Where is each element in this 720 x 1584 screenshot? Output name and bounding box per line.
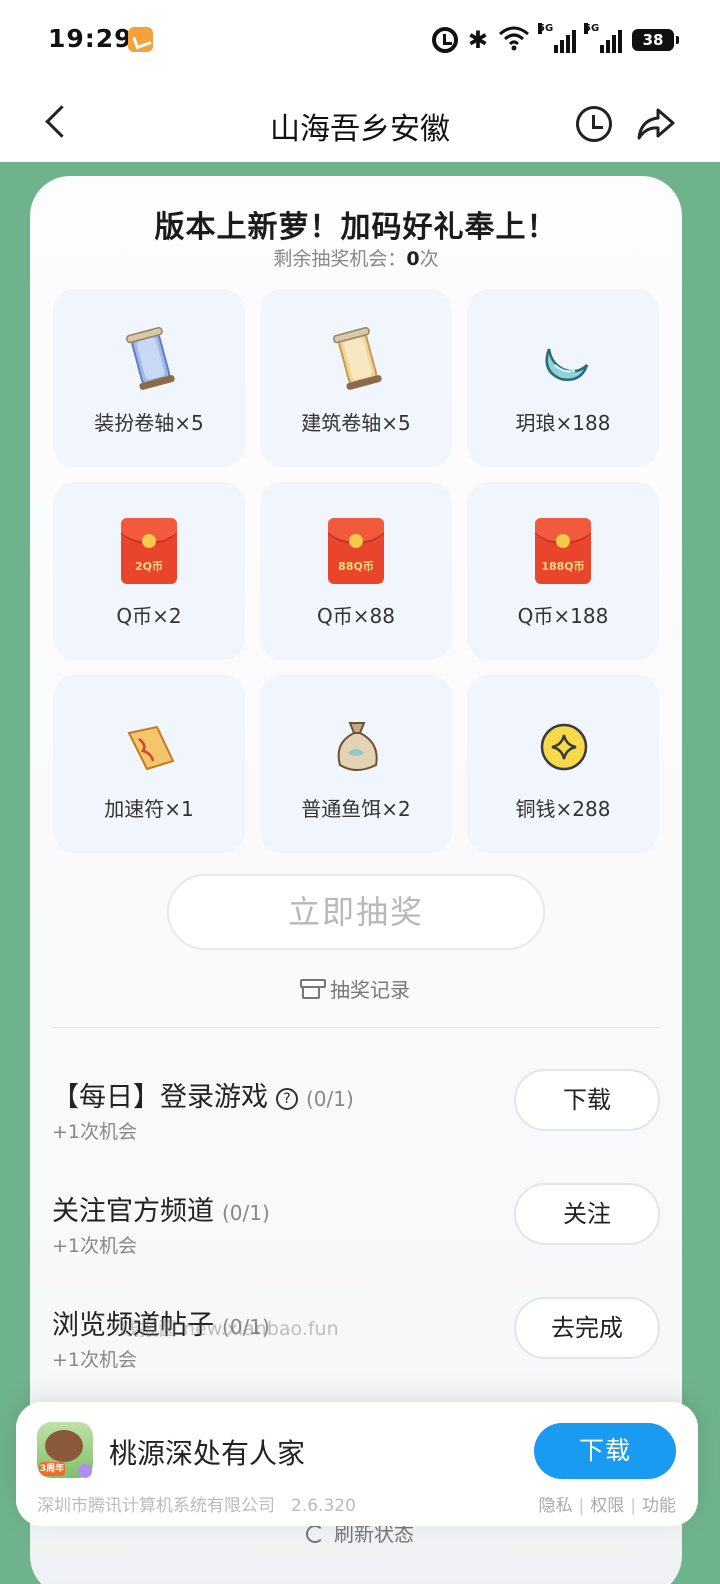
task-progress: (0/1) bbox=[306, 1087, 354, 1111]
prize-item: 188Q币 Q币×188 bbox=[467, 482, 659, 660]
blue-scroll-icon bbox=[123, 326, 177, 393]
features-link[interactable]: 功能 bbox=[642, 1496, 676, 1516]
top-nav: 山海吾乡安徽 bbox=[0, 82, 720, 162]
task-row: 【每日】登录游戏? (0/1) +1次机会 下载 bbox=[52, 1069, 660, 1159]
prize-label: 建筑卷轴×5 bbox=[301, 411, 411, 435]
badge-icon bbox=[78, 1464, 92, 1478]
red-packet-icon: 88Q币 bbox=[328, 518, 384, 584]
prize-label: 玥琅×188 bbox=[515, 411, 611, 435]
app-download-banner: 3周年 桃源深处有人家 下载 深圳市腾讯计算机系统有限公司 2.6.320 隐私 |… bbox=[16, 1402, 698, 1526]
developer-info: 深圳市腾讯计算机系统有限公司 2.6.320 bbox=[37, 1491, 356, 1516]
signal-icon-2: 5G bbox=[584, 23, 622, 53]
moon-gem-icon bbox=[537, 327, 591, 393]
coin-icon bbox=[537, 713, 591, 779]
app-version: 2.6.320 bbox=[291, 1496, 356, 1516]
prize-label: 加速符×1 bbox=[104, 797, 194, 821]
share-icon[interactable] bbox=[636, 106, 676, 142]
remaining-chances: 剩余抽奖机会：0次 bbox=[273, 248, 439, 270]
anniversary-tag: 3周年 bbox=[39, 1462, 65, 1476]
draw-button[interactable]: 立即抽奖 bbox=[167, 874, 545, 950]
prize-item: 88Q币 Q币×88 bbox=[260, 482, 452, 660]
app-notification-icon bbox=[128, 27, 153, 52]
battery-icon: 38 bbox=[632, 29, 679, 51]
red-packet-icon: 2Q币 bbox=[121, 518, 177, 584]
battery-level: 38 bbox=[642, 31, 664, 49]
game-name: 桃源深处有人家 bbox=[109, 1437, 306, 1470]
task-reward: +1次机会 bbox=[52, 1121, 138, 1143]
prize-item: 加速符×1 bbox=[53, 675, 245, 853]
history-icon[interactable] bbox=[576, 106, 612, 142]
task-title: 【每日】登录游戏? (0/1) bbox=[52, 1082, 354, 1113]
bait-bag-icon bbox=[330, 713, 384, 779]
privacy-link[interactable]: 隐私 bbox=[539, 1496, 573, 1516]
yellow-scroll-icon bbox=[330, 326, 384, 393]
company-name: 深圳市腾讯计算机系统有限公司 bbox=[37, 1496, 275, 1516]
refresh-icon bbox=[306, 1525, 324, 1543]
signal-icon-1: 5G bbox=[538, 23, 576, 53]
task-reward: +1次机会 bbox=[52, 1235, 138, 1257]
divider bbox=[52, 1027, 660, 1028]
task-follow-button[interactable]: 关注 bbox=[514, 1183, 660, 1245]
prize-item: 玥琅×188 bbox=[467, 289, 659, 467]
task-row: 关注官方频道 (0/1) +1次机会 关注 bbox=[52, 1183, 660, 1273]
prize-label: Q币×2 bbox=[116, 604, 182, 628]
wifi-icon bbox=[498, 25, 530, 55]
status-icons: ✱ 5G 5G 38 bbox=[431, 23, 679, 56]
task-row: 浏览频道帖子 (0/1) +1次机会 去完成 bbox=[52, 1297, 660, 1387]
gift-icon bbox=[300, 979, 326, 999]
permissions-link[interactable]: 权限 bbox=[590, 1496, 624, 1516]
task-complete-button[interactable]: 去完成 bbox=[514, 1297, 660, 1359]
prize-grid: 装扮卷轴×5 建筑卷轴×5 玥琅×188 2Q币 Q币×2 88Q币 Q币×88… bbox=[53, 289, 659, 853]
policy-links: 隐私 | 权限 | 功能 bbox=[538, 1496, 676, 1516]
prize-label: 装扮卷轴×5 bbox=[94, 411, 204, 435]
prize-item: 2Q币 Q币×2 bbox=[53, 482, 245, 660]
prize-label: 铜钱×288 bbox=[515, 797, 611, 821]
draw-record-link[interactable]: 抽奖记录 bbox=[30, 974, 682, 1003]
prize-item: 普通鱼饵×2 bbox=[260, 675, 452, 853]
status-bar: 19:29 ✱ 5G 5G 38 bbox=[0, 0, 720, 82]
lottery-card: 版本上新萝！加码好礼奉上！ 剩余抽奖机会：0次 装扮卷轴×5 建筑卷轴×5 玥琅… bbox=[30, 176, 682, 1584]
page-title: 山海吾乡安徽 bbox=[270, 112, 450, 147]
help-icon[interactable]: ? bbox=[276, 1088, 298, 1110]
prize-label: Q币×188 bbox=[517, 604, 609, 628]
red-packet-icon: 188Q币 bbox=[535, 518, 591, 584]
task-title: 关注官方频道 (0/1) bbox=[52, 1196, 270, 1227]
bluetooth-icon: ✱ bbox=[467, 26, 488, 54]
download-button[interactable]: 下载 bbox=[534, 1423, 676, 1479]
prize-item: 装扮卷轴×5 bbox=[53, 289, 245, 467]
watermark: 线报酱 new.xianbao.fun bbox=[120, 1318, 339, 1340]
task-progress: (0/1) bbox=[222, 1201, 270, 1225]
prize-item: 建筑卷轴×5 bbox=[260, 289, 452, 467]
alarm-icon bbox=[431, 27, 458, 53]
prize-label: 普通鱼饵×2 bbox=[301, 797, 411, 821]
prize-item: 铜钱×288 bbox=[467, 675, 659, 853]
task-download-button[interactable]: 下载 bbox=[514, 1069, 660, 1131]
task-reward: +1次机会 bbox=[52, 1349, 138, 1371]
talisman-icon bbox=[123, 713, 177, 779]
event-title: 版本上新萝！加码好礼奉上！ bbox=[154, 210, 558, 245]
draw-record-label: 抽奖记录 bbox=[330, 978, 410, 1002]
status-time: 19:29 bbox=[48, 24, 133, 53]
prize-label: Q币×88 bbox=[317, 604, 395, 628]
